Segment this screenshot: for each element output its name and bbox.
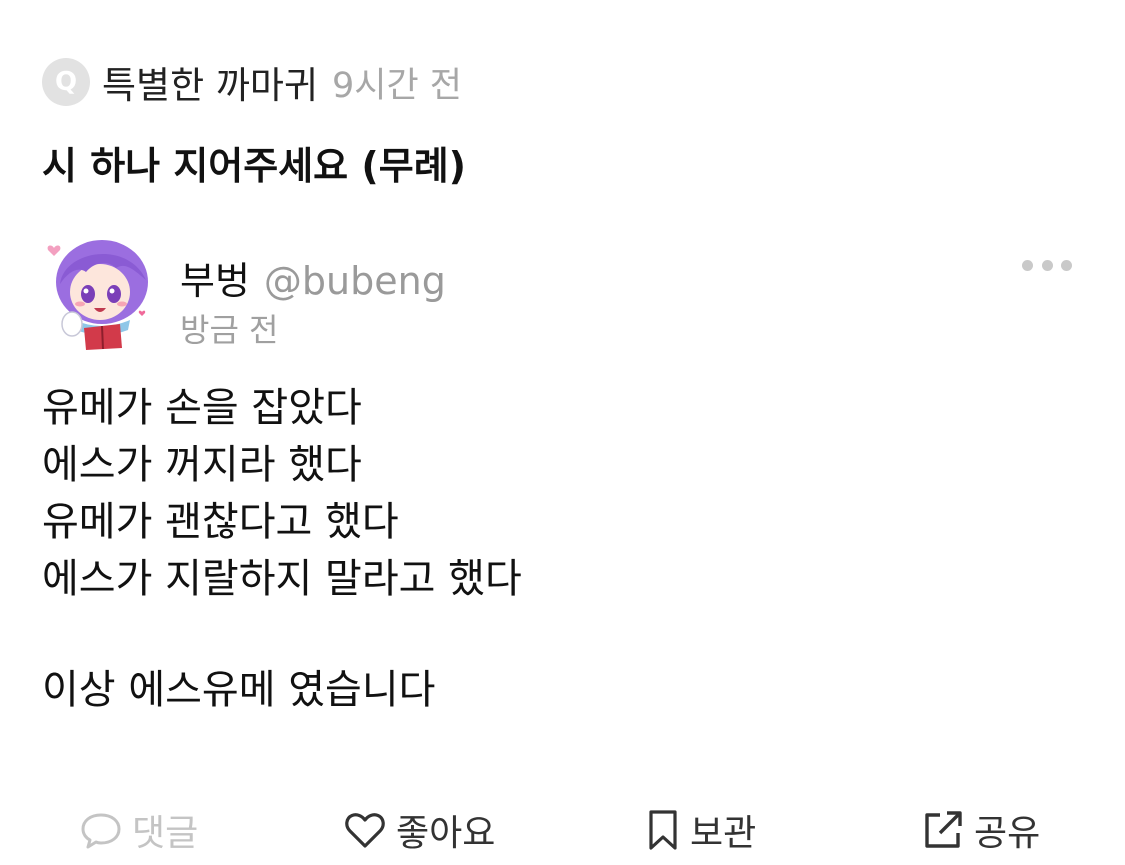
author-handle[interactable]: @bubeng [264,259,446,303]
share-label: 공유 [974,813,1041,854]
action-bar: 댓글 좋아요 보관 공유 [0,800,1125,860]
share-external-icon [922,809,964,851]
save-button[interactable]: 보관 [646,806,756,854]
more-dot [1061,259,1072,271]
like-label: 좋아요 [396,813,496,854]
post-time: 방금 전 [180,311,279,349]
poem-line: 유메가 괜찮다고 했다 [42,499,399,545]
bookmark-icon [646,809,680,851]
question-text: 시 하나 지어주세요 (무례) [42,144,467,188]
comment-button[interactable]: 댓글 [80,806,198,854]
author-name[interactable]: 부벙 [180,250,250,305]
comment-label: 댓글 [132,813,199,854]
poem-line: 에스가 꺼지라 했다 [42,442,362,488]
asked-time: 9시간 전 [332,65,463,106]
poem-line: 유메가 손을 잡았다 [42,385,362,431]
author-avatar[interactable] [42,232,160,350]
question-badge: Q [42,58,90,106]
more-options-button[interactable] [1022,250,1072,280]
save-label: 보관 [690,813,757,854]
question-header: Q 특별한 까마귀 9시간 전 [42,55,463,109]
poem-line: 에스가 지랄하지 말라고 했다 [42,556,522,602]
heart-icon [344,810,386,850]
comment-bubble-icon [80,810,122,850]
more-dot [1041,259,1053,271]
author-line: 부벙 @bubeng [180,250,446,305]
more-dot [1022,259,1033,271]
poem-line: 이상 에스유메 였습니다 [42,667,436,713]
like-button[interactable]: 좋아요 [344,806,495,854]
share-button[interactable]: 공유 [922,806,1040,854]
asker-name[interactable]: 특별한 까마귀 [102,55,318,109]
answer-body: 유메가 손을 잡았다 에스가 꺼지라 했다 유메가 괜찮다고 했다 에스가 지랄… [42,380,1082,719]
